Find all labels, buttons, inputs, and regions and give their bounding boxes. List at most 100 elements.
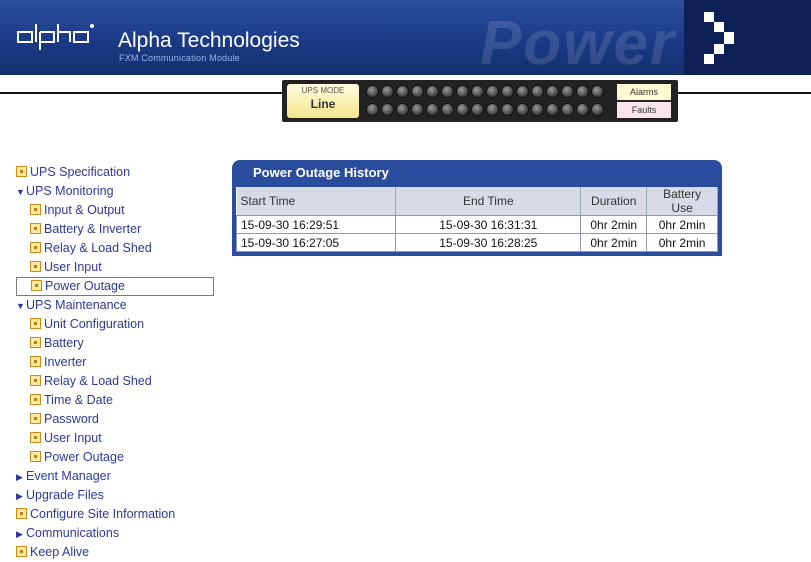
status-led-icon xyxy=(591,103,604,116)
sidebar-item-label: Relay & Load Shed xyxy=(44,241,152,255)
sidebar-item-time-date[interactable]: Time & Date xyxy=(16,391,216,410)
led-row-bottom xyxy=(366,103,604,117)
sidebar-item-label: Unit Configuration xyxy=(44,317,145,331)
status-led-icon xyxy=(561,85,574,98)
page-icon xyxy=(30,394,41,406)
alarms-indicator[interactable]: Alarms xyxy=(617,84,671,100)
status-led-icon xyxy=(441,103,454,116)
page-icon xyxy=(30,375,41,387)
page-icon xyxy=(30,242,41,254)
status-led-icon xyxy=(576,85,589,98)
sidebar-item-communications[interactable]: ▶ Communications xyxy=(16,524,216,543)
column-header-battery-use: Battery Use xyxy=(646,187,718,216)
ups-mode-label: UPS MODE xyxy=(301,86,345,95)
status-led-icon xyxy=(441,85,454,98)
page-icon xyxy=(16,508,27,520)
status-led-icon xyxy=(396,103,409,116)
sidebar-item-upgrade-files[interactable]: ▶ Upgrade Files xyxy=(16,486,216,505)
sidebar-item-label: Keep Alive xyxy=(30,545,90,559)
faults-indicator[interactable]: Faults xyxy=(617,102,671,118)
sidebar-item-relay-load-shed[interactable]: Relay & Load Shed xyxy=(16,239,216,258)
sidebar-item-label: Inverter xyxy=(44,355,87,369)
brand-title: Alpha Technologies xyxy=(118,29,300,52)
brand-subtitle: FXM Communication Module xyxy=(119,53,240,63)
cell-battery-use: 0hr 2min xyxy=(646,233,718,252)
sidebar-nav: UPS Specification ▼UPS Monitoring Input & … xyxy=(16,163,216,562)
sidebar-item-ups-maintenance[interactable]: ▼UPS Maintenance xyxy=(16,296,216,315)
status-led-icon xyxy=(546,85,559,98)
chevron-logo-icon xyxy=(704,12,734,64)
expand-arrow-icon: ▼ xyxy=(16,301,25,311)
led-row-top xyxy=(366,85,604,99)
status-led-icon xyxy=(471,85,484,98)
sidebar-item-relay-load-shed[interactable]: Relay & Load Shed xyxy=(16,372,216,391)
column-header-duration: Duration xyxy=(580,187,648,216)
column-header-end-time: End Time xyxy=(395,187,582,216)
power-watermark: Power xyxy=(480,9,677,78)
collapse-arrow-icon: ▶ xyxy=(16,529,23,539)
expand-arrow-icon: ▼ xyxy=(16,187,25,197)
status-led-icon xyxy=(411,103,424,116)
outage-history-table: Start Time End Time Duration Battery Use… xyxy=(235,187,718,252)
table-row: 15-09-30 16:29:51 15-09-30 16:31:31 0hr … xyxy=(235,215,718,234)
sidebar-item-battery[interactable]: Battery xyxy=(16,334,216,353)
sidebar-item-power-outage[interactable]: Power Outage xyxy=(16,277,214,296)
header-banner: Alpha Technologies FXM Communication Mod… xyxy=(0,0,811,78)
status-led-icon xyxy=(366,85,379,98)
sidebar-item-event-manager[interactable]: ▶ Event Manager xyxy=(16,467,216,486)
sidebar-item-label: Power Outage xyxy=(44,450,124,464)
sidebar-item-label: UPS Specification xyxy=(30,165,131,179)
sidebar-item-password[interactable]: Password xyxy=(16,410,216,429)
strip-divider-left xyxy=(0,92,282,94)
status-led-icon xyxy=(516,103,529,116)
page-icon xyxy=(31,280,42,292)
status-led-icon xyxy=(366,103,379,116)
cell-end-time: 15-09-30 16:31:31 xyxy=(395,215,582,234)
status-led-icon xyxy=(426,85,439,98)
page-icon xyxy=(30,337,41,349)
sidebar-item-power-outage[interactable]: Power Outage xyxy=(16,448,216,467)
sidebar-item-inverter[interactable]: Inverter xyxy=(16,353,216,372)
status-led-icon xyxy=(486,85,499,98)
sidebar-item-keep-alive[interactable]: Keep Alive xyxy=(16,543,216,562)
status-led-icon xyxy=(381,85,394,98)
sidebar-item-configure-site-information[interactable]: Configure Site Information xyxy=(16,505,216,524)
status-led-icon xyxy=(516,85,529,98)
table-row: 15-09-30 16:27:05 15-09-30 16:28:25 0hr … xyxy=(235,233,718,252)
status-led-icon xyxy=(381,103,394,116)
status-led-icon xyxy=(426,103,439,116)
sidebar-item-ups-monitoring[interactable]: ▼UPS Monitoring xyxy=(16,182,216,201)
sidebar-item-label: Battery xyxy=(44,336,84,350)
status-led-icon xyxy=(546,103,559,116)
sidebar-item-label: Power Outage xyxy=(45,279,125,293)
status-panel: UPS MODE Line Alarms Faults xyxy=(282,80,678,122)
sidebar-item-unit-configuration[interactable]: Unit Configuration xyxy=(16,315,216,334)
sidebar-item-user-input[interactable]: User Input xyxy=(16,258,216,277)
sidebar-item-ups-specification[interactable]: UPS Specification xyxy=(16,163,216,182)
sidebar-item-input-output[interactable]: Input & Output xyxy=(16,201,216,220)
sidebar-item-label: UPS Maintenance xyxy=(26,298,127,312)
sidebar-item-label: Configure Site Information xyxy=(30,507,176,521)
sidebar-item-user-input[interactable]: User Input xyxy=(16,429,216,448)
status-led-icon xyxy=(456,103,469,116)
outage-history-panel: Power Outage History Start Time End Time… xyxy=(232,160,722,256)
cell-start-time: 15-09-30 16:27:05 xyxy=(235,233,397,252)
status-led-icon xyxy=(486,103,499,116)
status-led-icon xyxy=(591,85,604,98)
page-icon xyxy=(30,451,41,463)
status-led-icon xyxy=(471,103,484,116)
collapse-arrow-icon: ▶ xyxy=(16,491,23,501)
page-icon xyxy=(30,432,41,444)
sidebar-item-label: Time & Date xyxy=(44,393,114,407)
page-icon xyxy=(30,223,41,235)
outage-history-title: Power Outage History xyxy=(253,165,389,180)
status-led-icon xyxy=(531,85,544,98)
sidebar-item-label: Upgrade Files xyxy=(26,488,104,502)
status-led-icon xyxy=(396,85,409,98)
sidebar-item-label: Event Manager xyxy=(26,469,111,483)
strip-divider-right xyxy=(678,92,811,94)
ups-mode-indicator: UPS MODE Line xyxy=(287,84,359,118)
status-led-icon xyxy=(576,103,589,116)
sidebar-item-battery-inverter[interactable]: Battery & Inverter xyxy=(16,220,216,239)
sidebar-item-label: UPS Monitoring xyxy=(26,184,114,198)
